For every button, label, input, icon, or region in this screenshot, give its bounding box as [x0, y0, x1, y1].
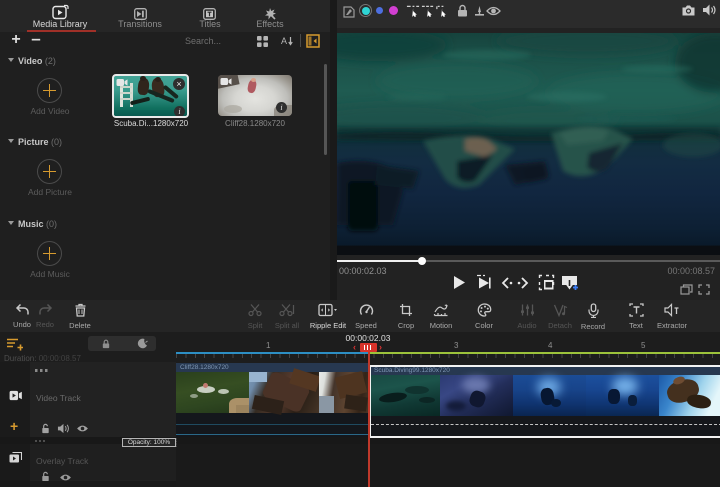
svg-text:A: A	[281, 36, 287, 46]
